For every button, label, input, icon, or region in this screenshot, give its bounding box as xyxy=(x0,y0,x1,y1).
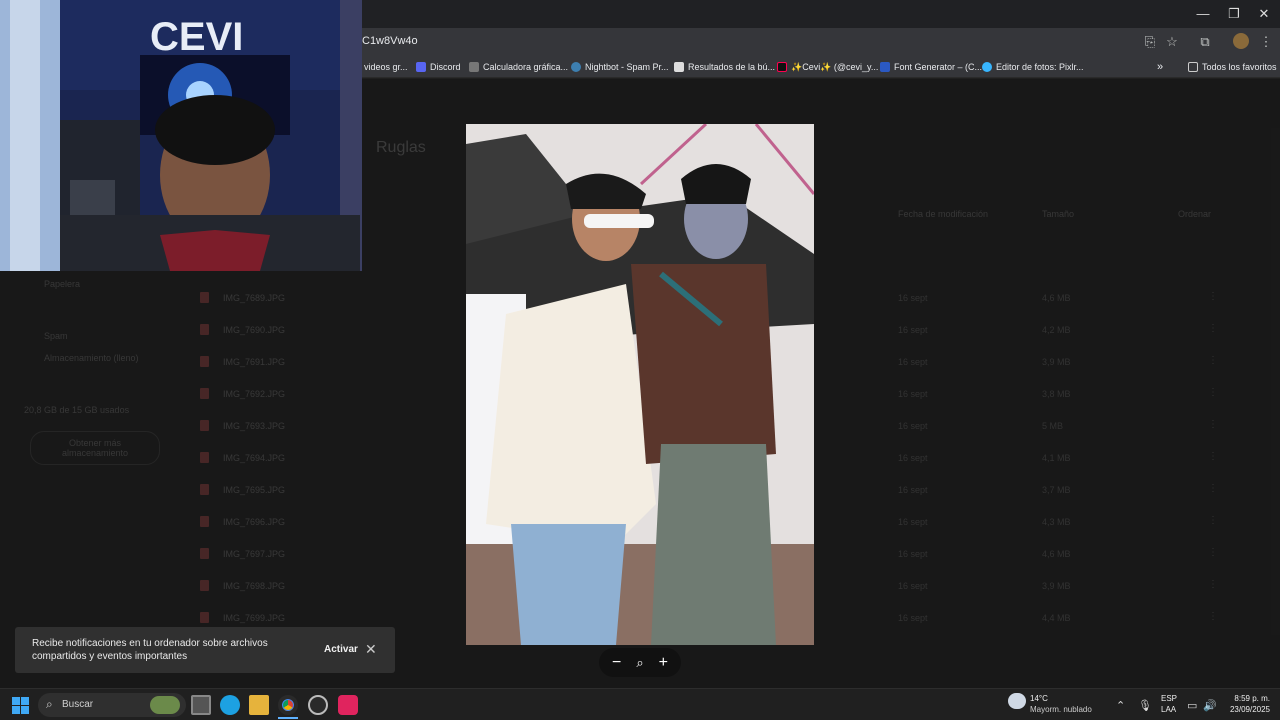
microphone-icon[interactable]: 🎙 xyxy=(1138,699,1152,712)
bookmark-item[interactable]: Resultados de la bú... xyxy=(674,60,775,74)
bookmark-item[interactable]: Discord xyxy=(416,60,461,74)
calculator-icon xyxy=(469,62,479,72)
bookmark-item[interactable]: Font Generator – (C... xyxy=(880,60,982,74)
keyboard-layout[interactable]: LAA xyxy=(1161,705,1176,714)
network-icon[interactable]: ▭ xyxy=(1187,699,1197,712)
magnifier-icon[interactable]: ⌕ xyxy=(630,653,650,673)
folder-icon xyxy=(1188,62,1198,72)
active-app-indicator xyxy=(278,717,298,719)
taskbar-search[interactable]: ⌕ Buscar xyxy=(38,693,186,717)
activate-notifications-button[interactable]: Activar xyxy=(324,644,358,655)
profile-avatar[interactable] xyxy=(1233,33,1249,49)
edge-icon[interactable] xyxy=(220,695,240,715)
notification-toast: Recibe notificaciones en tu ordenador so… xyxy=(15,627,395,673)
extensions-icon[interactable]: ⧉ xyxy=(1196,33,1214,51)
search-highlight-icon xyxy=(150,696,180,714)
restore-button[interactable]: ❐ xyxy=(1219,0,1249,28)
webcam-feed-image: CEVI xyxy=(0,0,362,271)
photo-image xyxy=(466,124,814,645)
svg-text:CEVI: CEVI xyxy=(150,15,243,59)
bookmark-item[interactable]: Nightbot - Spam Pr... xyxy=(571,60,669,74)
menu-kebab-icon[interactable]: ⋮ xyxy=(1257,33,1275,51)
volume-icon[interactable]: 🔊 xyxy=(1203,699,1217,712)
zoom-controls: − ⌕ + xyxy=(599,648,681,677)
weather-temperature[interactable]: 14°C xyxy=(1030,694,1048,703)
tiktok-app-icon[interactable] xyxy=(338,695,358,715)
obs-icon[interactable] xyxy=(308,695,328,715)
tiktok-icon xyxy=(777,62,787,72)
weather-description[interactable]: Mayorm. nublado xyxy=(1030,705,1092,714)
install-app-icon[interactable]: ⎘ xyxy=(1141,33,1159,51)
webcam-overlay: CEVI xyxy=(0,0,362,271)
url-text[interactable]: C1w8Vw4o xyxy=(362,35,418,47)
font-generator-icon xyxy=(880,62,890,72)
windows-taskbar: ⌕ Buscar 14°C Mayorm. nublado ⌃ 🎙 ESP LA… xyxy=(0,688,1280,720)
search-placeholder: Buscar xyxy=(62,699,94,710)
chrome-icon[interactable] xyxy=(278,695,298,715)
photo-preview[interactable] xyxy=(466,124,814,645)
all-bookmarks-button[interactable]: Todos los favoritos xyxy=(1188,60,1277,74)
windows-start-icon[interactable] xyxy=(12,697,29,714)
weather-icon[interactable] xyxy=(1008,693,1026,709)
file-explorer-icon[interactable] xyxy=(249,695,269,715)
discord-icon xyxy=(416,62,426,72)
search-icon: ⌕ xyxy=(46,697,53,711)
close-icon[interactable]: ✕ xyxy=(365,641,377,658)
clock-date[interactable]: 23/09/2025 xyxy=(1227,705,1270,714)
nightbot-icon xyxy=(571,62,581,72)
clock-time[interactable]: 8:59 p. m. xyxy=(1232,694,1270,703)
pixlr-icon xyxy=(982,62,992,72)
bookmark-star-icon[interactable]: ☆ xyxy=(1163,33,1181,51)
task-view-icon[interactable] xyxy=(191,695,211,715)
bookmark-item[interactable]: ✨Cevi✨ (@cevi_y... xyxy=(777,60,878,74)
bookmarks-overflow-button[interactable]: » xyxy=(1157,60,1163,74)
bookmark-item[interactable]: videos gr... xyxy=(364,60,408,74)
chevron-up-icon[interactable]: ⌃ xyxy=(1116,699,1125,712)
zoom-out-button[interactable]: − xyxy=(607,653,627,673)
zoom-in-button[interactable]: + xyxy=(653,653,673,673)
minimize-button[interactable]: — xyxy=(1188,0,1218,28)
bookmark-item[interactable]: Editor de fotos: Pixlr... xyxy=(982,60,1084,74)
search-results-icon xyxy=(674,62,684,72)
notification-text: Recibe notificaciones en tu ordenador so… xyxy=(32,638,268,662)
close-window-button[interactable]: ✕ xyxy=(1249,0,1279,28)
bookmark-item[interactable]: Calculadora gráfica... xyxy=(469,60,568,74)
language-indicator[interactable]: ESP xyxy=(1161,694,1177,703)
